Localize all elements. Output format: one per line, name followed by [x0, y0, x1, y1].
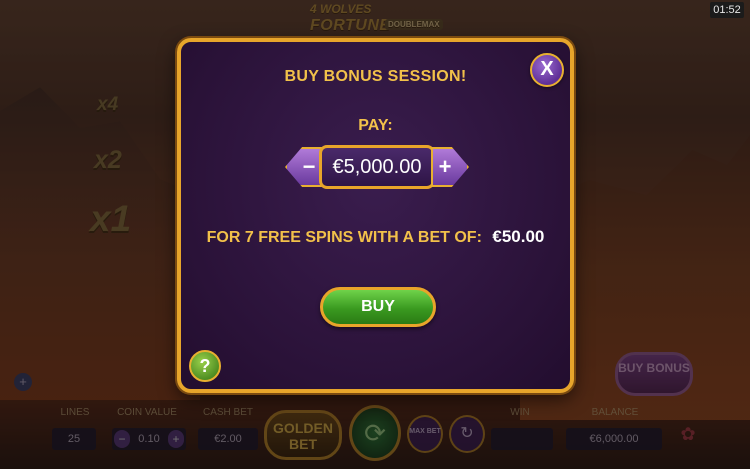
- offer-bet-value: €50.00: [492, 227, 545, 246]
- offer-text: FOR 7 FREE SPINS WITH A BET OF:: [206, 229, 482, 246]
- price-value: €5,000.00: [319, 145, 435, 189]
- buy-button[interactable]: BUY: [320, 287, 436, 327]
- increase-price-button[interactable]: +: [431, 147, 469, 187]
- help-icon: ?: [199, 356, 211, 376]
- offer-description: FOR 7 FREE SPINS WITH A BET OF: €50.00: [181, 227, 570, 247]
- clock: 01:52: [710, 2, 744, 18]
- buy-bonus-dialog: BUY BONUS SESSION! X PAY: − €5,000.00 + …: [177, 38, 574, 393]
- help-button[interactable]: ?: [189, 350, 221, 382]
- pay-label: PAY:: [358, 117, 393, 134]
- dialog-title: BUY BONUS SESSION!: [284, 68, 467, 85]
- decrease-price-button[interactable]: −: [285, 147, 323, 187]
- price-selector: − €5,000.00 +: [285, 145, 469, 189]
- close-icon: X: [540, 58, 554, 80]
- close-button[interactable]: X: [530, 53, 564, 87]
